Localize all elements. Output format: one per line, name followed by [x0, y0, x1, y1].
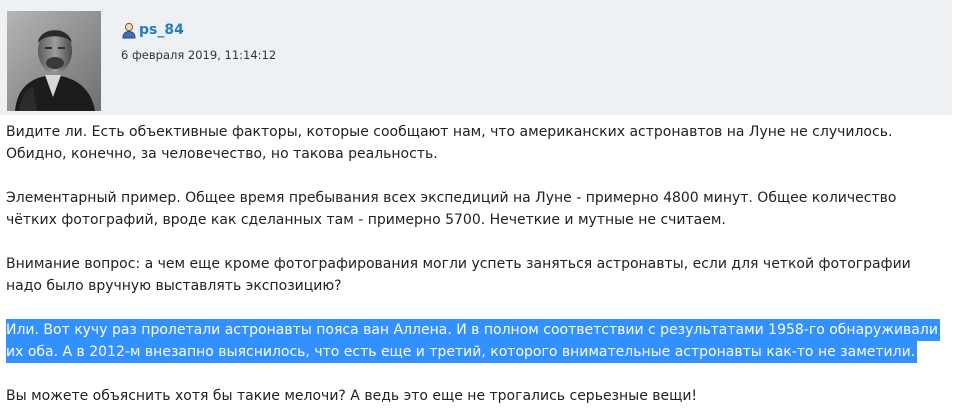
selected-text-line: их оба. А в 2012-м внезапно выяснилось, …	[6, 341, 918, 363]
post-body: Видите ли. Есть объективные факторы, кот…	[6, 121, 951, 412]
paragraph: Элементарный пример. Общее время пребыва…	[6, 187, 951, 231]
post-header: ps_84 6 февраля 2019, 11:14:12	[0, 0, 952, 115]
avatar-photo	[7, 11, 101, 111]
text-line: Элементарный пример. Общее время пребыва…	[6, 190, 897, 206]
paragraph: Вы можете объяснить хотя бы такие мелочи…	[6, 385, 951, 407]
author-name[interactable]: ps_84	[139, 20, 184, 40]
post-date: 6 февраля 2019, 11:14:12	[121, 48, 277, 62]
selected-paragraph: Или. Вот кучу раз пролетали астронавты п…	[6, 319, 951, 363]
text-line: Вы можете объяснить хотя бы такие мелочи…	[6, 388, 698, 404]
text-line: Внимание вопрос: а чем еще кроме фотогра…	[6, 256, 911, 272]
text-line: Видите ли. Есть объективные факторы, кот…	[6, 124, 893, 140]
text-line: чётких фотографий, вроде как сделанных т…	[6, 212, 726, 228]
text-line: Обидно, конечно, за человечество, но так…	[6, 146, 438, 162]
forum-post: ps_84 6 февраля 2019, 11:14:12 Видите ли…	[0, 0, 961, 412]
author-link[interactable]: ps_84	[121, 20, 184, 40]
paragraph: Внимание вопрос: а чем еще кроме фотогра…	[6, 253, 951, 297]
text-line: надо было вручную выставлять экспозицию?	[6, 278, 342, 294]
user-icon	[122, 22, 136, 38]
paragraph: Видите ли. Есть объективные факторы, кот…	[6, 121, 951, 165]
selected-text-line: Или. Вот кучу раз пролетали астронавты п…	[6, 319, 940, 341]
avatar[interactable]	[7, 11, 101, 111]
